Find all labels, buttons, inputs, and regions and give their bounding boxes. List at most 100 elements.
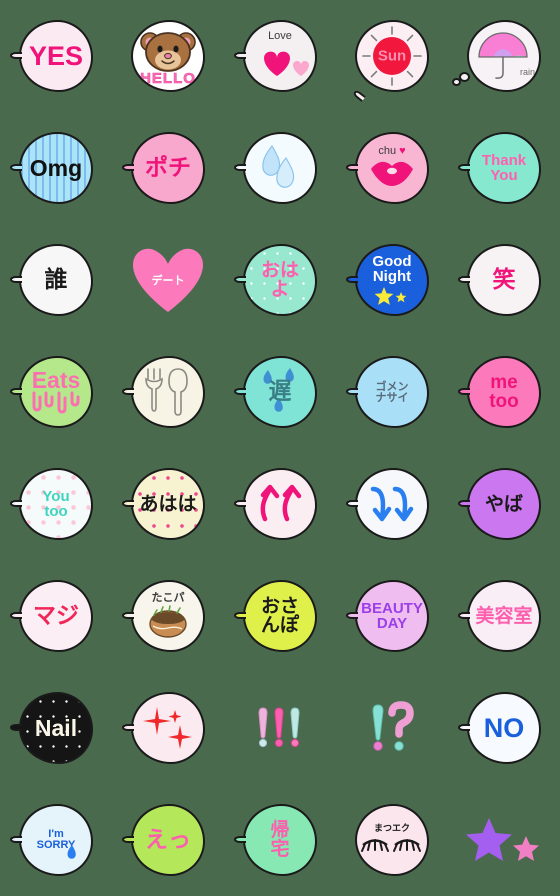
speech-bubble-warai: 笑	[467, 244, 541, 316]
speech-bubble-thank-you: Thank You	[467, 132, 541, 204]
speech-bubble-love-hearts: Love	[243, 20, 317, 92]
speech-bubble-yes: YES	[19, 20, 93, 92]
emoji-cell-yes[interactable]: YES	[0, 0, 112, 112]
bubble-tail	[10, 163, 22, 171]
emoji-cell-beauty-day[interactable]: BEAUTY DAY	[336, 560, 448, 672]
speech-bubble-matsueku: まつエク	[355, 804, 429, 876]
emoji-cell-eats[interactable]: Eats	[0, 336, 112, 448]
emoji-cell-up-arrows[interactable]	[224, 448, 336, 560]
emoji-label-warai: 笑	[492, 266, 516, 293]
speech-bubble-tears	[243, 132, 317, 204]
speech-bubble-you-too: You too	[19, 468, 93, 540]
emoji-cell-no[interactable]: NO	[448, 672, 560, 784]
speech-bubble-up-arrows	[243, 468, 317, 540]
emoji-label-beauty-day: BEAUTY DAY	[361, 600, 423, 632]
emoji-cell-nail[interactable]: Nail	[0, 672, 112, 784]
emoji-cell-interrobang[interactable]	[336, 672, 448, 784]
bubble-tail	[458, 723, 470, 731]
speech-bubble-gomennasai: ゴメン ナサイ	[355, 356, 429, 428]
speech-bubble-chu-kiss: chu ♥	[355, 132, 429, 204]
drip-icon	[28, 391, 84, 415]
speech-bubble-good-night: Good Night	[355, 244, 429, 316]
speech-bubble-osanpo: おさ んぽ	[243, 580, 317, 652]
emoji-cell-hello-bear[interactable]: HELLO	[112, 0, 224, 112]
emoji-cell-biyoushitsu[interactable]: 美容室	[448, 560, 560, 672]
emoji-label-date: デート	[151, 273, 185, 287]
emoji-cell-takopa[interactable]: たこパ	[112, 560, 224, 672]
emoji-cell-ahaha[interactable]: あはは	[112, 448, 224, 560]
emoji-cell-down-arrows[interactable]	[336, 448, 448, 560]
bubble-tail	[346, 275, 358, 283]
bubble-tail	[10, 723, 22, 731]
emoji-cell-love-hearts[interactable]: Love	[224, 0, 336, 112]
emoji-cell-fork-spoon[interactable]	[112, 336, 224, 448]
emoji-cell-rain-umbrella[interactable]: rain	[448, 0, 560, 112]
emoji-art-stars	[466, 804, 541, 876]
speech-bubble-ahaha: あはは	[131, 468, 205, 540]
bubble-tail	[122, 163, 134, 171]
hearts-icon	[246, 44, 314, 82]
emoji-label-okure: 遅	[268, 378, 292, 405]
emoji-cell-pochi[interactable]: ポチ	[112, 112, 224, 224]
emoji-cell-osanpo[interactable]: おさ んぽ	[224, 560, 336, 672]
fork-spoon-icon	[142, 367, 194, 417]
emoji-label-osanpo: おさ んぽ	[260, 595, 299, 636]
emoji-cell-maji[interactable]: マジ	[0, 560, 112, 672]
emoji-cell-ohayo[interactable]: おは よ	[224, 224, 336, 336]
emoji-art-exclamations	[243, 692, 317, 764]
emoji-cell-warai[interactable]: 笑	[448, 224, 560, 336]
emoji-cell-me-too[interactable]: me too	[448, 336, 560, 448]
bubble-tail	[10, 835, 22, 843]
bubble-tail	[346, 163, 358, 171]
thought-dot	[452, 78, 461, 86]
bubble-tail	[234, 275, 246, 283]
teardrops-icon	[256, 142, 304, 194]
emoji-cell-date[interactable]: デート	[112, 224, 224, 336]
speech-bubble-eats: Eats	[19, 356, 93, 428]
emoji-cell-you-too[interactable]: You too	[0, 448, 112, 560]
emoji-label-takopa: たこパ	[151, 591, 185, 604]
emoji-cell-stars[interactable]	[448, 784, 560, 896]
emoji-label-ohayo: おは よ	[260, 259, 299, 300]
bubble-tail	[458, 611, 470, 619]
speech-bubble-me-too: me too	[467, 356, 541, 428]
sweat-drop-icon	[67, 845, 79, 861]
emoji-label-matsueku: まつエク	[373, 824, 410, 834]
emoji-cell-eh[interactable]: えっ	[112, 784, 224, 896]
speech-bubble-dare: 誰	[19, 244, 93, 316]
speech-bubble-nail: Nail	[19, 692, 93, 764]
emoji-cell-tears[interactable]	[224, 112, 336, 224]
speech-bubble-rain-umbrella: rain	[467, 20, 541, 92]
emoji-label-kitaku: 帰 宅	[270, 819, 290, 860]
emoji-cell-okure[interactable]: 遅	[224, 336, 336, 448]
emoji-cell-matsueku[interactable]: まつエク	[336, 784, 448, 896]
emoji-cell-good-night[interactable]: Good Night	[336, 224, 448, 336]
emoji-label-ahaha: あはは	[139, 492, 197, 515]
emoji-label-maji: マジ	[33, 602, 79, 629]
emoji-cell-omg[interactable]: Omg	[0, 112, 112, 224]
speech-bubble-ohayo: おは よ	[243, 244, 317, 316]
bubble-tail	[10, 499, 22, 507]
speech-bubble-pochi: ポチ	[131, 132, 205, 204]
sparkle-icon	[142, 703, 194, 753]
emoji-cell-dare[interactable]: 誰	[0, 224, 112, 336]
emoji-cell-chu-kiss[interactable]: chu ♥	[336, 112, 448, 224]
emoji-cell-exclamations[interactable]	[224, 672, 336, 784]
speech-bubble-biyoushitsu: 美容室	[467, 580, 541, 652]
emoji-cell-sun[interactable]: Sun	[336, 0, 448, 112]
emoji-label-nail: Nail	[34, 714, 78, 741]
bubble-tail	[346, 387, 358, 395]
emoji-label-pochi: ポチ	[145, 154, 191, 181]
emoji-cell-sparkles[interactable]	[112, 672, 224, 784]
emoji-cell-yaba[interactable]: やば	[448, 448, 560, 560]
bubble-tail	[234, 387, 246, 395]
emoji-label-you-too: You too	[42, 488, 70, 520]
bubble-tail	[10, 611, 22, 619]
emoji-cell-gomennasai[interactable]: ゴメン ナサイ	[336, 336, 448, 448]
bubble-tail	[234, 163, 246, 171]
bubble-tail	[122, 835, 134, 843]
emoji-cell-thank-you[interactable]: Thank You	[448, 112, 560, 224]
emoji-cell-kitaku[interactable]: 帰 宅	[224, 784, 336, 896]
bubble-tail	[10, 387, 22, 395]
emoji-cell-im-sorry[interactable]: I'm SORRY	[0, 784, 112, 896]
